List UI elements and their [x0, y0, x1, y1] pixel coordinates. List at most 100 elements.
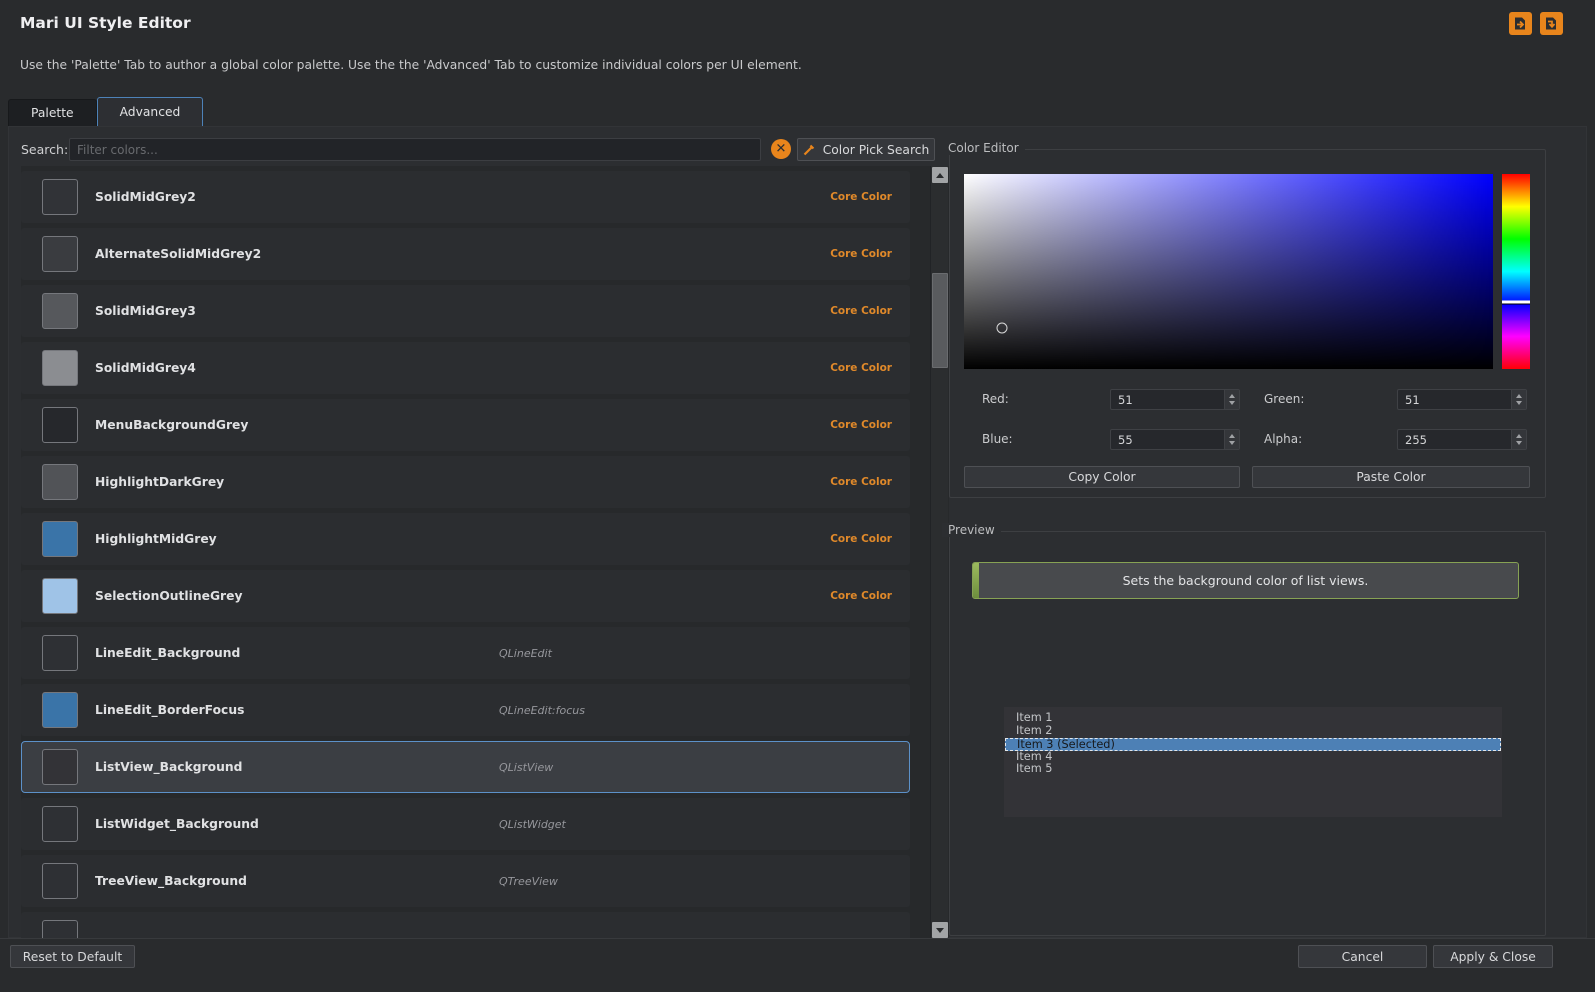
color-row-LineEdit_Background[interactable]: LineEdit_Background QLineEdit — [21, 627, 910, 679]
spin-value: 255 — [1405, 433, 1427, 447]
color-category: QLineEdit — [499, 647, 552, 660]
color-name: TreeView_Background — [95, 874, 247, 888]
color-category: Core Color — [830, 476, 892, 488]
paste-color-button[interactable]: Paste Color — [1252, 466, 1530, 488]
color-row-LineEdit_BorderFocus[interactable]: LineEdit_BorderFocus QLineEdit:focus — [21, 684, 910, 736]
color-row-SelectionOutlineGrey[interactable]: SelectionOutlineGreyCore Color — [21, 570, 910, 622]
field-label-red: Red: — [982, 392, 1009, 406]
field-label-alpha: Alpha: — [1264, 432, 1302, 446]
color-category: Core Color — [830, 533, 892, 545]
color-swatch — [42, 236, 78, 272]
color-row-ListView_Background[interactable]: ListView_Background QListView — [21, 741, 910, 793]
alpha-spinbox[interactable]: 255 — [1397, 429, 1527, 450]
scrollbar-thumb[interactable] — [932, 273, 948, 368]
hue-marker[interactable] — [1502, 300, 1530, 303]
color-row-TreeView_Background[interactable]: TreeView_Background QTreeView — [21, 855, 910, 907]
green-spinbox[interactable]: 51 — [1397, 389, 1527, 410]
color-category: Core Color — [830, 305, 892, 317]
color-row-HighlightDarkGrey[interactable]: HighlightDarkGreyCore Color — [21, 456, 910, 508]
preview-list-item[interactable]: Item 3 (Selected) — [1005, 738, 1501, 751]
color-name: SolidMidGrey4 — [95, 361, 196, 375]
spin-arrows-icon[interactable] — [1224, 390, 1239, 409]
color-cursor[interactable] — [997, 323, 1008, 334]
color-name: ListWidget_Background — [95, 817, 259, 831]
red-spinbox[interactable]: 51 — [1110, 389, 1240, 410]
preview-list-item[interactable]: Item 4 — [1004, 751, 1502, 764]
tab-advanced[interactable]: Advanced — [97, 97, 204, 126]
tab-bar: Palette Advanced — [8, 97, 203, 126]
spin-arrows-icon[interactable] — [1511, 430, 1526, 449]
color-name: MenuBackgroundGrey — [95, 418, 248, 432]
export-style-icon[interactable] — [1509, 12, 1532, 35]
color-editor-group: Color Editor Red:51Green:51Blue:55Alpha:… — [949, 149, 1546, 498]
color-row-SolidMidGrey4[interactable]: SolidMidGrey4 Core Color — [21, 342, 910, 394]
color-row-ListWidget_Background[interactable]: ListWidget_Background QListWidget — [21, 798, 910, 850]
spin-value: 51 — [1405, 393, 1420, 407]
color-pick-search-label: Color Pick Search — [823, 143, 930, 157]
spin-arrows-icon[interactable] — [1511, 390, 1526, 409]
color-row-MenuBackgroundGrey[interactable]: MenuBackgroundGreyCore Color — [21, 399, 910, 451]
spin-arrows-icon[interactable] — [1224, 430, 1239, 449]
color-swatch — [42, 578, 78, 614]
color-swatch — [42, 863, 78, 899]
color-category: QLineEdit:focus — [499, 704, 585, 717]
clear-search-icon[interactable]: ✕ — [771, 139, 791, 159]
color-pick-search-button[interactable]: Color Pick Search — [797, 138, 935, 161]
color-description-text: Sets the background color of list views. — [1123, 573, 1369, 588]
spin-value: 55 — [1118, 433, 1133, 447]
color-name: LineEdit_BorderFocus — [95, 703, 244, 717]
preview-title: Preview — [942, 523, 1001, 537]
color-row-SolidMidGrey2[interactable]: SolidMidGrey2Core Color — [21, 171, 910, 223]
advanced-tab-pane: Search: ✕ Color Pick Search SolidMidGrey… — [8, 126, 1587, 938]
preview-list-widget: Item 1Item 2Item 3 (Selected)Item 4Item … — [1004, 707, 1502, 817]
color-category: Core Color — [830, 191, 892, 203]
cancel-button[interactable]: Cancel — [1298, 945, 1427, 968]
apply-close-button[interactable]: Apply & Close — [1433, 945, 1553, 968]
preview-group: Preview Sets the background color of lis… — [949, 531, 1546, 936]
header-toolbar — [1509, 12, 1563, 35]
color-swatch — [42, 920, 78, 939]
color-swatch — [42, 407, 78, 443]
blue-spinbox[interactable]: 55 — [1110, 429, 1240, 450]
spin-value: 51 — [1118, 393, 1133, 407]
color-name: SelectionOutlineGrey — [95, 589, 242, 603]
copy-color-button[interactable]: Copy Color — [964, 466, 1240, 488]
search-input[interactable] — [69, 138, 761, 161]
window-description: Use the 'Palette' Tab to author a global… — [20, 58, 802, 72]
mari-ui-style-editor-window: Mari UI Style Editor Use the 'Palette' T… — [0, 0, 1595, 992]
color-name: LineEdit_Background — [95, 646, 240, 660]
footer-bar: Reset to Default Cancel Apply & Close — [0, 938, 1595, 992]
tab-palette[interactable]: Palette — [8, 99, 97, 126]
field-label-green: Green: — [1264, 392, 1304, 406]
reset-to-default-button[interactable]: Reset to Default — [10, 945, 135, 968]
color-list-scrollbar[interactable] — [930, 166, 948, 939]
color-swatch — [42, 521, 78, 557]
hue-slider[interactable] — [1502, 174, 1530, 369]
color-category: QTreeView — [499, 875, 558, 888]
color-swatch — [42, 464, 78, 500]
preview-list-item[interactable]: Item 2 — [1004, 725, 1502, 738]
eyedropper-icon — [803, 143, 816, 156]
field-label-blue: Blue: — [982, 432, 1013, 446]
color-row-AlternateSolidMidGrey2[interactable]: AlternateSolidMidGrey2Core Color — [21, 228, 910, 280]
scroll-down-icon[interactable] — [932, 922, 948, 938]
color-category: QListView — [499, 761, 553, 774]
page-title: Mari UI Style Editor — [20, 14, 191, 32]
color-description-banner: Sets the background color of list views. — [972, 562, 1519, 599]
banner-accent — [973, 563, 979, 598]
color-name: ListView_Background — [95, 760, 242, 774]
color-swatch — [42, 692, 78, 728]
color-swatch — [42, 749, 78, 785]
color-row-partial[interactable] — [21, 912, 910, 939]
color-swatch — [42, 179, 78, 215]
color-category: Core Color — [830, 248, 892, 260]
color-row-HighlightMidGrey[interactable]: HighlightMidGreyCore Color — [21, 513, 910, 565]
color-category: QListWidget — [499, 818, 566, 831]
scroll-up-icon[interactable] — [932, 167, 948, 183]
import-style-icon[interactable] — [1540, 12, 1563, 35]
color-row-SolidMidGrey3[interactable]: SolidMidGrey3Core Color — [21, 285, 910, 337]
preview-list-item[interactable]: Item 5 — [1004, 763, 1502, 776]
saturation-value-field[interactable] — [964, 174, 1493, 369]
color-category: Core Color — [830, 362, 892, 374]
preview-list-item[interactable]: Item 1 — [1004, 712, 1502, 725]
